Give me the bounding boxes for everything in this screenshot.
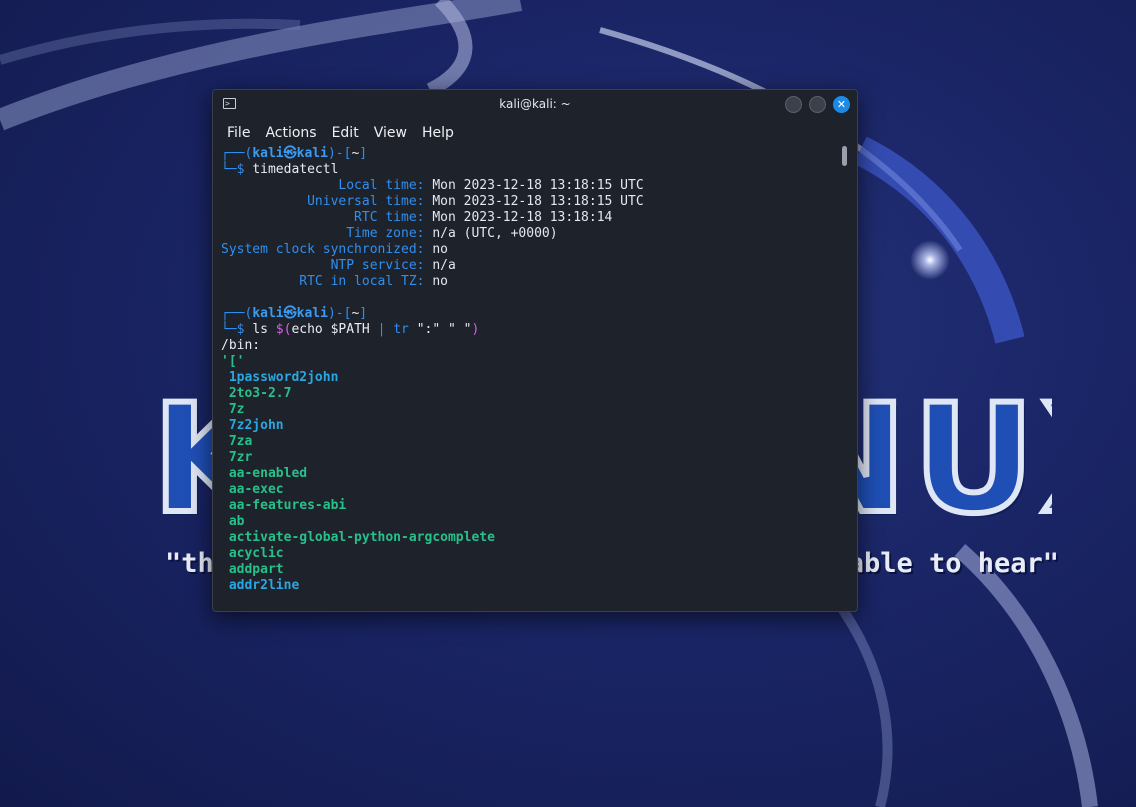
file-name: aa-enabled — [221, 466, 308, 481]
command-line-2: └─$ ls $(echo $PATH | tr ":" " ") — [221, 322, 480, 337]
list-item: aa-features-abi — [221, 498, 843, 514]
file-name: aa-features-abi — [221, 498, 347, 513]
timedatectl-value: n/a (UTC, +0000) — [432, 226, 558, 241]
file-listing: '[' 1password2john 2to3-2.7 7z 7z2john 7… — [221, 354, 843, 594]
file-name: 7z2john — [221, 418, 284, 433]
file-name: 1password2john — [221, 370, 339, 385]
list-item: 7za — [221, 434, 843, 450]
list-item: addpart — [221, 562, 843, 578]
file-name: 7za — [221, 434, 253, 449]
list-item: aa-exec — [221, 482, 843, 498]
list-item: addr2line — [221, 578, 843, 594]
minimize-button[interactable] — [785, 96, 802, 113]
timedatectl-value: n/a — [432, 258, 456, 273]
list-item: acyclic — [221, 546, 843, 562]
menu-view[interactable]: View — [374, 125, 407, 141]
timedatectl-row: Local time: Mon 2023-12-18 13:18:15 UTC — [221, 178, 843, 194]
file-name: activate-global-python-argcomplete — [221, 530, 495, 545]
timedatectl-label: Local time: — [221, 178, 425, 193]
command-line-1: └─$ timedatectl — [221, 162, 339, 177]
close-icon: ✕ — [836, 98, 847, 111]
timedatectl-row: Time zone: n/a (UTC, +0000) — [221, 226, 843, 242]
list-item: 1password2john — [221, 370, 843, 386]
dir-header: /bin: — [221, 338, 261, 353]
prompt-line-2: ┌──(kali㉿kali)-[~] — [221, 306, 368, 321]
timedatectl-row: System clock synchronized: no — [221, 242, 843, 258]
menu-edit[interactable]: Edit — [332, 125, 359, 141]
file-name: 7z — [221, 402, 245, 417]
list-item: activate-global-python-argcomplete — [221, 530, 843, 546]
sparkle-glint — [910, 240, 950, 280]
command-text: timedatectl — [252, 162, 339, 177]
list-item: ab — [221, 514, 843, 530]
list-item: 2to3-2.7 — [221, 386, 843, 402]
file-name: addpart — [221, 562, 284, 577]
timedatectl-row: RTC in local TZ: no — [221, 274, 843, 290]
file-name: 2to3-2.7 — [221, 386, 292, 401]
list-item: 7z — [221, 402, 843, 418]
window-title: kali@kali: ~ — [499, 97, 571, 111]
timedatectl-label: System clock synchronized: — [221, 242, 425, 257]
timedatectl-label: RTC time: — [221, 210, 425, 225]
list-item: 7zr — [221, 450, 843, 466]
timedatectl-label: NTP service: — [221, 258, 425, 273]
list-item: 7z2john — [221, 418, 843, 434]
list-item: '[' — [221, 354, 843, 370]
file-name: acyclic — [221, 546, 284, 561]
file-name: aa-exec — [221, 482, 284, 497]
menu-file[interactable]: File — [227, 125, 250, 141]
timedatectl-row: NTP service: n/a — [221, 258, 843, 274]
title-bar[interactable]: > kali@kali: ~ ✕ — [213, 90, 857, 120]
timedatectl-value: Mon 2023-12-18 13:18:15 UTC — [432, 178, 644, 193]
file-name: '[' — [221, 354, 245, 369]
close-button[interactable]: ✕ — [833, 96, 850, 113]
file-name: ab — [221, 514, 245, 529]
timedatectl-row: Universal time: Mon 2023-12-18 13:18:15 … — [221, 194, 843, 210]
menu-actions[interactable]: Actions — [265, 125, 316, 141]
timedatectl-value: Mon 2023-12-18 13:18:14 — [432, 210, 613, 225]
prompt-line-1: ┌──(kali㉿kali)-[~] — [221, 146, 368, 161]
file-name: addr2line — [221, 578, 300, 593]
timedatectl-output: Local time: Mon 2023-12-18 13:18:15 UTC … — [221, 178, 843, 290]
timedatectl-value: no — [432, 242, 448, 257]
list-item: aa-enabled — [221, 466, 843, 482]
menu-help[interactable]: Help — [422, 125, 454, 141]
timedatectl-value: no — [432, 274, 448, 289]
timedatectl-value: Mon 2023-12-18 13:18:15 UTC — [432, 194, 644, 209]
timedatectl-label: Time zone: — [221, 226, 425, 241]
timedatectl-row: RTC time: Mon 2023-12-18 13:18:14 — [221, 210, 843, 226]
file-name: 7zr — [221, 450, 253, 465]
menu-bar: File Actions Edit View Help — [213, 120, 857, 146]
maximize-button[interactable] — [809, 96, 826, 113]
terminal-window[interactable]: > kali@kali: ~ ✕ File Actions Edit View … — [212, 89, 858, 612]
timedatectl-label: RTC in local TZ: — [221, 274, 425, 289]
terminal-output[interactable]: ┌──(kali㉿kali)-[~] └─$ timedatectl Local … — [221, 146, 843, 611]
timedatectl-label: Universal time: — [221, 194, 425, 209]
